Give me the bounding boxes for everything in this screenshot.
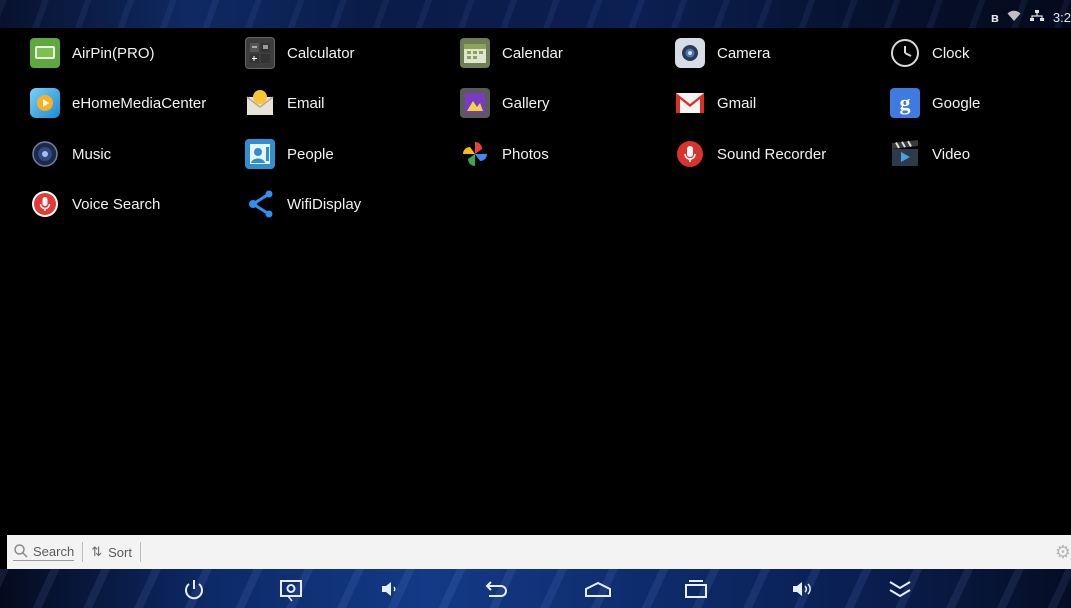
app-label: Google [932, 94, 981, 112]
app-people[interactable]: People [245, 134, 445, 174]
voice-search-icon [30, 189, 60, 219]
app-label: AirPin(PRO) [72, 44, 155, 62]
app-label: People [287, 145, 334, 163]
app-label: Gmail [717, 94, 757, 112]
screenshot-button[interactable] [271, 569, 311, 608]
divider [139, 542, 141, 562]
power-icon [185, 579, 203, 599]
airpin-icon [30, 38, 60, 68]
gmail-icon [675, 88, 705, 118]
app-voice-search[interactable]: Voice Search [30, 184, 230, 224]
video-icon [890, 139, 920, 169]
app-label: Gallery [502, 94, 550, 112]
search-sort-bar: Search ⇅ Sort ⚙ [7, 535, 1071, 569]
calculator-icon [245, 37, 275, 69]
app-sound-recorder[interactable]: Sound Recorder [675, 134, 875, 174]
app-label: eHomeMediaCenter [72, 94, 207, 112]
ethernet-icon [1029, 10, 1045, 25]
navigation-bar [0, 569, 1071, 608]
recents-button[interactable] [676, 569, 716, 608]
app-label: Music [72, 145, 112, 163]
collapse-button[interactable] [880, 569, 920, 608]
screenshot-icon [280, 579, 302, 601]
search-icon [14, 544, 28, 558]
divider [82, 542, 84, 562]
clock-time: 3:2 [1052, 10, 1071, 25]
search-label: Search [33, 543, 75, 559]
app-label: Calendar [502, 44, 563, 62]
app-wifidisplay[interactable]: WifiDisplay [245, 184, 445, 224]
status-icons: ʙ 3:2 [991, 10, 1071, 25]
volume-down-button[interactable] [369, 569, 409, 608]
volume-up-icon [793, 581, 811, 596]
app-calculator[interactable]: Calculator [245, 33, 445, 73]
sort-icon: ⇅ [91, 544, 103, 559]
power-button[interactable] [174, 569, 214, 608]
gallery-icon [460, 88, 490, 118]
app-airpin[interactable]: AirPin(PRO) [30, 33, 230, 73]
home-icon [585, 581, 611, 597]
app-ehomemediacenter[interactable]: eHomeMediaCenter [30, 83, 230, 123]
app-clock[interactable]: Clock [890, 33, 1071, 73]
app-label: WifiDisplay [287, 195, 362, 213]
app-gallery[interactable]: Gallery [460, 83, 660, 123]
recents-icon [685, 579, 707, 598]
app-music[interactable]: Music [30, 134, 230, 174]
gear-icon[interactable]: ⚙ [1055, 542, 1071, 563]
app-label: Photos [502, 145, 549, 163]
app-email[interactable]: Email [245, 83, 445, 123]
search-button[interactable]: Search [13, 543, 75, 561]
volume-up-button[interactable] [782, 569, 822, 608]
app-calendar[interactable]: Calendar [460, 33, 660, 73]
app-google[interactable]: g Google [890, 83, 1071, 123]
people-icon [245, 139, 275, 169]
app-label: Clock [932, 44, 970, 62]
app-label: Calculator [287, 44, 355, 62]
app-label: Voice Search [72, 195, 161, 213]
app-label: Sound Recorder [717, 145, 827, 163]
ehome-icon [30, 88, 60, 118]
sort-label: Sort [108, 544, 132, 560]
app-video[interactable]: Video [890, 134, 1071, 174]
app-photos[interactable]: Photos [460, 134, 660, 174]
back-button[interactable] [475, 569, 515, 608]
wifi-icon [1007, 10, 1021, 25]
calendar-icon [460, 38, 490, 68]
app-gmail[interactable]: Gmail [675, 83, 875, 123]
sound-recorder-icon [675, 139, 705, 169]
volume-down-icon [382, 581, 396, 596]
bluetooth-icon: ʙ [990, 10, 999, 25]
photos-icon [460, 139, 490, 169]
home-button[interactable] [578, 569, 618, 608]
music-icon [30, 139, 60, 169]
app-label: Email [287, 94, 325, 112]
email-icon [245, 88, 275, 118]
app-label: Camera [717, 44, 771, 62]
app-drawer: AirPin(PRO) Calculator Calendar Camera C… [0, 28, 1071, 535]
camera-icon [675, 38, 705, 68]
app-label: Video [932, 145, 971, 163]
back-icon [485, 580, 507, 597]
clock-icon [890, 38, 920, 68]
collapse-icon [889, 580, 911, 597]
sort-button[interactable]: ⇅ Sort [91, 544, 132, 560]
app-camera[interactable]: Camera [675, 33, 875, 73]
wifidisplay-icon [245, 189, 275, 219]
google-icon: g [890, 88, 920, 118]
